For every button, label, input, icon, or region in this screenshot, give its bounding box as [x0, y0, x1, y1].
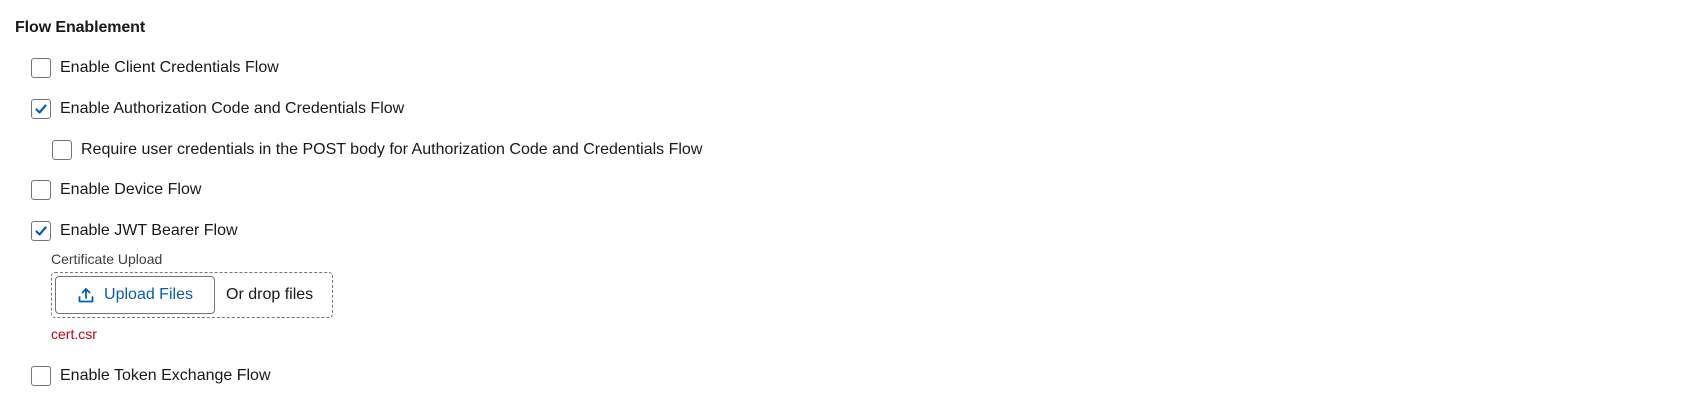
jwt-bearer-checkbox[interactable] [31, 221, 51, 241]
client-credentials-checkbox[interactable] [31, 58, 51, 78]
token-exchange-label[interactable]: Enable Token Exchange Flow [60, 367, 271, 385]
jwt-bearer-label[interactable]: Enable JWT Bearer Flow [60, 222, 238, 240]
file-dropzone[interactable]: Upload Files Or drop files [51, 272, 333, 318]
require-post-body-checkbox[interactable] [52, 140, 72, 160]
option-jwt-bearer: Enable JWT Bearer Flow [31, 219, 238, 243]
upload-files-button[interactable]: Upload Files [55, 276, 215, 314]
option-token-exchange: Enable Token Exchange Flow [31, 364, 271, 388]
checkmark-icon [35, 104, 47, 114]
upload-icon [77, 286, 95, 304]
require-post-body-label[interactable]: Require user credentials in the POST bod… [81, 141, 702, 159]
device-flow-label[interactable]: Enable Device Flow [60, 181, 201, 199]
section-title: Flow Enablement [15, 19, 146, 36]
checkmark-icon [35, 226, 47, 236]
drop-files-text: Or drop files [226, 286, 314, 303]
upload-files-label: Upload Files [104, 286, 193, 303]
option-auth-code-credentials: Enable Authorization Code and Credential… [31, 97, 404, 121]
option-device-flow: Enable Device Flow [31, 178, 201, 202]
option-require-post-body: Require user credentials in the POST bod… [52, 138, 702, 162]
token-exchange-checkbox[interactable] [31, 366, 51, 386]
device-flow-checkbox[interactable] [31, 180, 51, 200]
option-client-credentials: Enable Client Credentials Flow [31, 56, 279, 80]
uploaded-file-name: cert.csr [51, 326, 97, 342]
flow-enablement-section: Flow Enablement Enable Client Credential… [0, 0, 1702, 410]
certificate-upload-label: Certificate Upload [51, 251, 163, 267]
auth-code-credentials-checkbox[interactable] [31, 99, 51, 119]
auth-code-credentials-label[interactable]: Enable Authorization Code and Credential… [60, 100, 404, 118]
client-credentials-label[interactable]: Enable Client Credentials Flow [60, 59, 279, 77]
